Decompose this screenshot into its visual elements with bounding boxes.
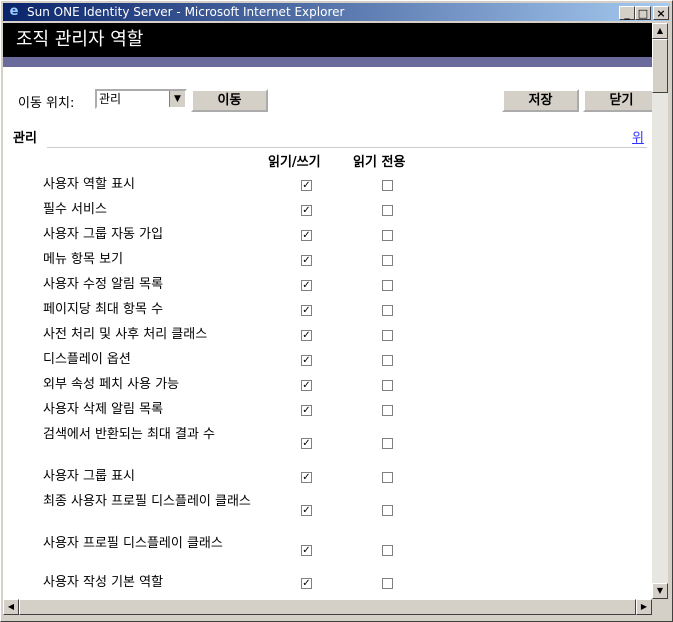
read-only-checkbox[interactable] [382,180,393,191]
row-label: 외부 속성 페치 사용 가능 [43,377,180,392]
go-button[interactable]: 이동 [191,89,268,112]
save-button[interactable]: 저장 [502,89,579,112]
top-link[interactable]: 위 [632,127,644,146]
row-label: 사용자 그룹 표시 [43,469,135,484]
read-only-checkbox[interactable] [382,255,393,266]
read-only-checkbox[interactable] [382,305,393,316]
read-write-checkbox[interactable]: ✓ [301,505,312,516]
close-window-button[interactable]: × [653,6,669,20]
row-label: 사용자 그룹 자동 가입 [43,227,164,242]
internet-explorer-icon: e [9,4,19,19]
scroll-down-icon[interactable]: ▼ [652,583,668,599]
read-write-checkbox[interactable]: ✓ [301,280,312,291]
read-write-checkbox[interactable]: ✓ [301,230,312,241]
read-only-checkbox[interactable] [382,505,393,516]
read-write-checkbox[interactable]: ✓ [301,545,312,556]
vertical-scroll-thumb[interactable] [652,39,668,93]
page-content: 조직 관리자 역할 이동 위치: 관리 ▼ 이동 저장 닫기 관리 위 읽기/쓰… [3,23,652,599]
row-label: 최종 사용자 프로필 디스플레이 클래스 [43,494,251,509]
section-title: 관리 [13,131,37,146]
read-only-checkbox[interactable] [382,438,393,449]
read-write-checkbox[interactable]: ✓ [301,180,312,191]
row-label: 검색에서 반환되는 최대 결과 수 [43,427,216,442]
browser-window: e Sun ONE Identity Server - Microsoft In… [0,0,673,622]
vertical-scrollbar[interactable]: ▲ ▼ [652,23,668,599]
row-label: 사용자 수정 알림 목록 [43,277,164,292]
close-button[interactable]: 닫기 [583,89,652,112]
row-label: 사용자 프로필 디스플레이 클래스 [43,536,223,551]
section-divider [47,147,647,148]
horizontal-scrollbar[interactable]: ◀ ▶ [3,599,652,615]
read-only-checkbox[interactable] [382,405,393,416]
column-header-read-only: 읽기 전용 [353,155,406,170]
row-label: 사용자 역할 표시 [43,177,135,192]
minimize-button[interactable]: _ [619,6,635,20]
read-write-checkbox[interactable]: ✓ [301,255,312,266]
row-label: 디스플레이 옵션 [43,352,131,367]
read-write-checkbox[interactable]: ✓ [301,472,312,483]
window-title: Sun ONE Identity Server - Microsoft Inte… [27,5,345,19]
scroll-right-icon[interactable]: ▶ [636,599,652,615]
read-write-checkbox[interactable]: ✓ [301,405,312,416]
scroll-up-icon[interactable]: ▲ [652,23,668,39]
scrollbar-corner [652,599,668,615]
read-only-checkbox[interactable] [382,280,393,291]
row-label: 사용자 작성 기본 역할 [43,575,164,590]
row-label: 사전 처리 및 사후 처리 클래스 [43,327,208,342]
read-write-checkbox[interactable]: ✓ [301,380,312,391]
page-title: 조직 관리자 역할 [16,29,144,50]
column-header-read-write: 읽기/쓰기 [268,155,321,170]
nav-label: 이동 위치: [18,96,75,111]
horizontal-scroll-thumb[interactable] [19,599,636,615]
read-write-checkbox[interactable]: ✓ [301,305,312,316]
read-only-checkbox[interactable] [382,545,393,556]
nav-select-value: 관리 [99,92,122,106]
read-only-checkbox[interactable] [382,380,393,391]
scroll-left-icon[interactable]: ◀ [3,599,19,615]
read-only-checkbox[interactable] [382,472,393,483]
read-write-checkbox[interactable]: ✓ [301,438,312,449]
nav-select[interactable]: 관리 ▼ [95,89,187,109]
row-label: 메뉴 항목 보기 [43,252,124,267]
read-only-checkbox[interactable] [382,578,393,589]
header-stripe [3,57,652,67]
maximize-button[interactable]: □ [635,6,651,20]
read-write-checkbox[interactable]: ✓ [301,578,312,589]
read-only-checkbox[interactable] [382,330,393,341]
read-write-checkbox[interactable]: ✓ [301,355,312,366]
row-label: 페이지당 최대 항목 수 [43,302,164,317]
row-label: 사용자 삭제 알림 목록 [43,402,164,417]
read-only-checkbox[interactable] [382,205,393,216]
read-only-checkbox[interactable] [382,230,393,241]
chevron-down-icon[interactable]: ▼ [169,91,185,107]
read-write-checkbox[interactable]: ✓ [301,205,312,216]
page-header: 조직 관리자 역할 [3,23,652,57]
read-write-checkbox[interactable]: ✓ [301,330,312,341]
title-bar: e Sun ONE Identity Server - Microsoft In… [3,3,670,21]
read-only-checkbox[interactable] [382,355,393,366]
row-label: 필수 서비스 [43,202,107,217]
